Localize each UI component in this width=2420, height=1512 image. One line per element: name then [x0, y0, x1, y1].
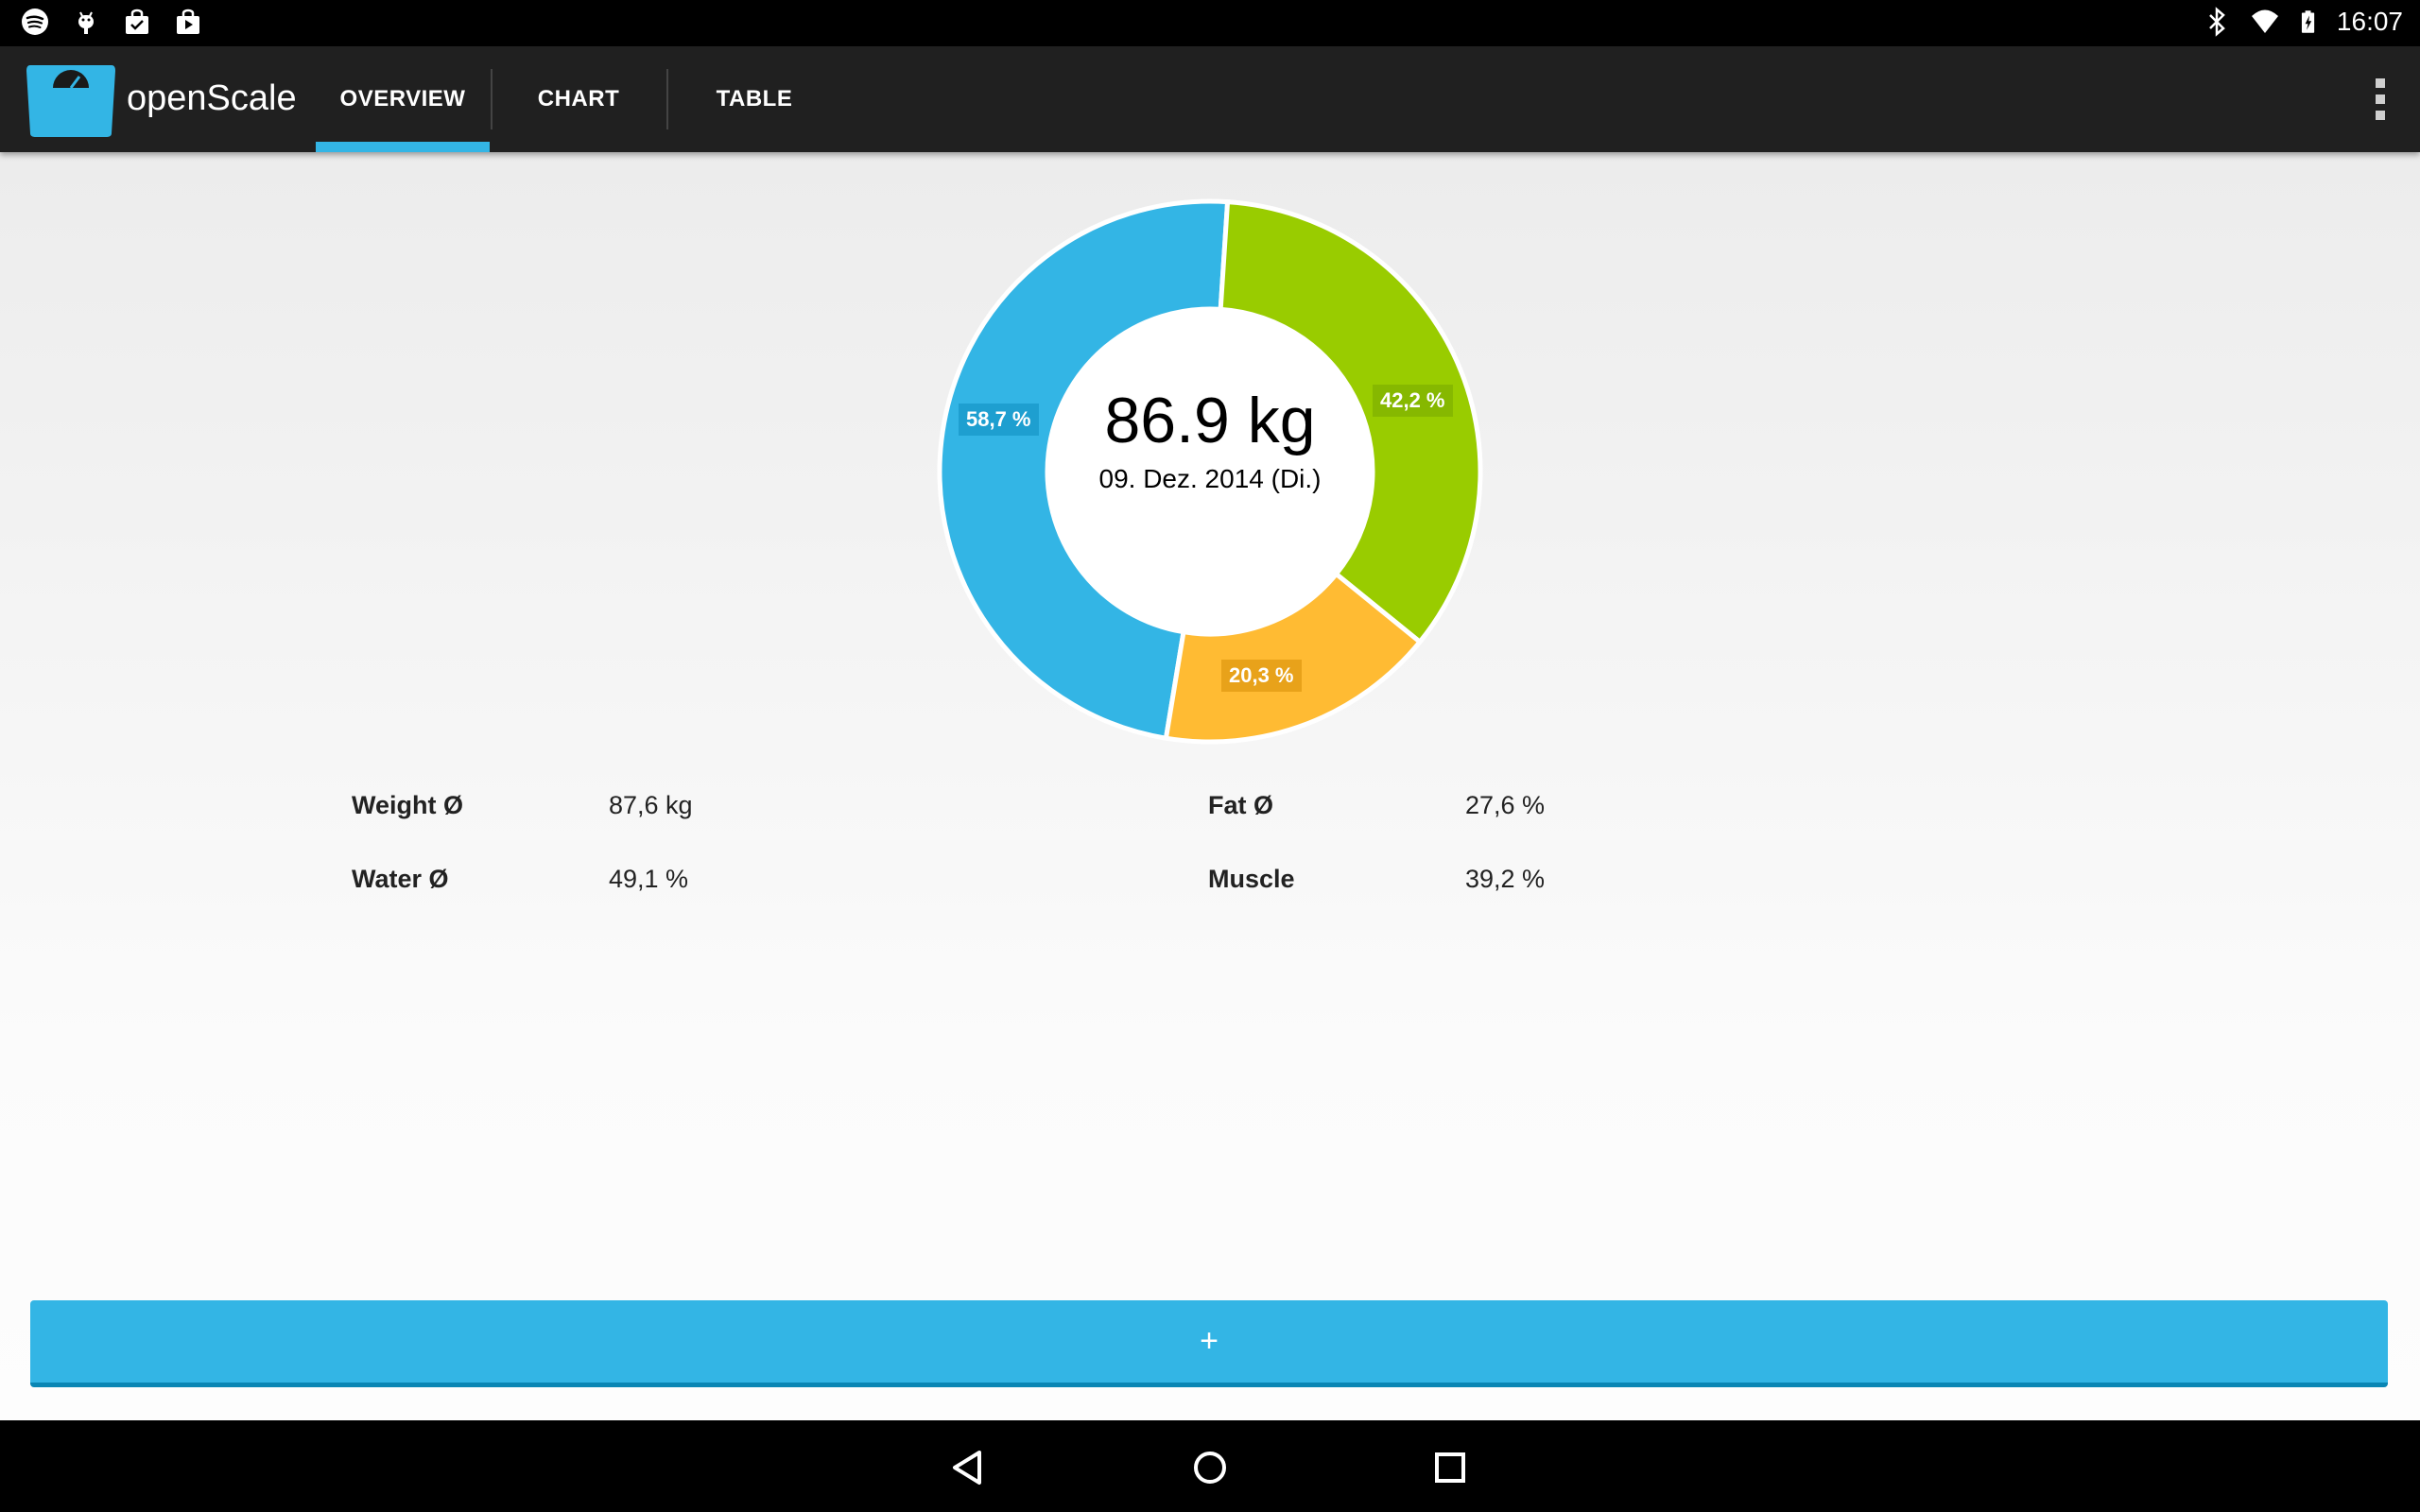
tab-table[interactable]: TABLE	[667, 46, 841, 152]
tab-chart-label: CHART	[537, 86, 620, 112]
wifi-icon	[2251, 9, 2278, 33]
slice-label-orange: 20,3 %	[1221, 660, 1302, 692]
tab-overview[interactable]: OVERVIEW	[316, 46, 490, 152]
spotify-icon	[22, 9, 48, 35]
overflow-dot	[2376, 94, 2385, 104]
recents-icon[interactable]	[1427, 1445, 1473, 1490]
overflow-dot	[2376, 111, 2385, 120]
current-date: 09. Dez. 2014 (Di.)	[1098, 464, 1322, 493]
overflow-menu-icon[interactable]	[2361, 78, 2399, 120]
stat-label-water: Water Ø	[352, 865, 449, 893]
back-icon[interactable]	[945, 1445, 991, 1490]
tab-chart[interactable]: CHART	[492, 46, 666, 152]
current-weight: 86.9 kg	[1104, 385, 1316, 456]
app-title: openScale	[127, 78, 297, 118]
add-button-label: +	[1200, 1323, 1219, 1359]
status-time: 16:07	[2336, 7, 2403, 36]
stat-label-weight: Weight Ø	[352, 791, 463, 819]
system-status: 16:07	[2203, 6, 2403, 38]
stat-label-fat: Fat Ø	[1208, 791, 1274, 819]
stat-value-weight: 87,6 kg	[609, 791, 693, 819]
android-debug-icon	[78, 11, 94, 34]
stat-value-fat: 27,6 %	[1465, 791, 1546, 819]
status-bar: 16:07	[0, 0, 2420, 46]
store-bag-icon	[126, 9, 148, 34]
stat-value-water: 49,1 %	[609, 865, 689, 893]
navigation-bar	[0, 1420, 2420, 1512]
notification-icons	[21, 8, 202, 36]
tab-overview-label: OVERVIEW	[339, 86, 466, 112]
bluetooth-icon	[2209, 7, 2225, 37]
stat-value-muscle: 39,2 %	[1465, 865, 1546, 893]
home-icon[interactable]	[1187, 1445, 1233, 1490]
add-measurement-button[interactable]: +	[30, 1300, 2388, 1387]
tab-table-label: TABLE	[716, 86, 793, 112]
overflow-dot	[2376, 78, 2385, 88]
stat-label-muscle: Muscle	[1208, 865, 1295, 893]
battery-charging-icon	[2301, 10, 2315, 33]
play-store-icon	[177, 9, 199, 34]
app-logo-icon	[26, 65, 115, 137]
overview-content: 58,7 % 42,2 % 20,3 % 86.9 kg 09. Dez. 20…	[0, 152, 2420, 1420]
action-bar: openScale OVERVIEW CHART TABLE	[0, 46, 2420, 152]
selected-tab-indicator	[316, 142, 490, 152]
